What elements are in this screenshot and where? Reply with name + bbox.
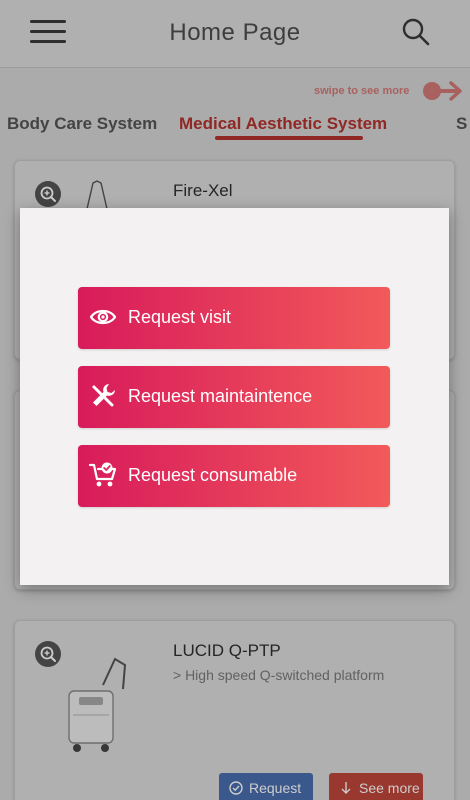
request-visit-button[interactable]: Request visit bbox=[78, 287, 390, 349]
eye-icon bbox=[89, 309, 117, 325]
tools-icon bbox=[92, 384, 115, 407]
request-options-dialog: Request visit Request maintaintence Requ… bbox=[20, 208, 449, 585]
request-visit-label: Request visit bbox=[128, 307, 232, 327]
request-maintenance-label: Request maintaintence bbox=[128, 386, 313, 406]
request-consumable-label: Request consumable bbox=[128, 465, 298, 485]
cart-check-icon bbox=[89, 462, 117, 487]
request-maintenance-button[interactable]: Request maintaintence bbox=[78, 366, 390, 428]
request-consumable-button[interactable]: Request consumable bbox=[78, 445, 390, 507]
